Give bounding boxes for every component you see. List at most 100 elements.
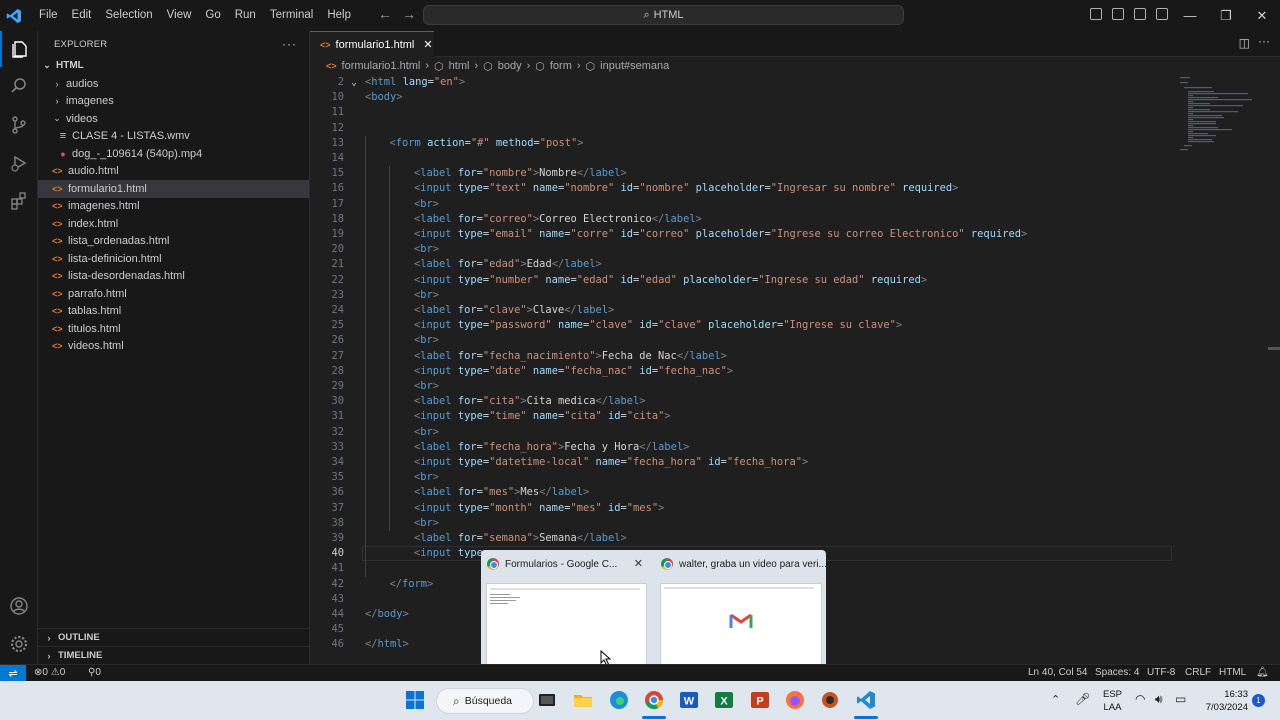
forward-arrow-icon[interactable]: → bbox=[402, 6, 416, 22]
menu-file[interactable]: File bbox=[32, 0, 65, 31]
taskbar-search[interactable]: ⌕ Búsqueda bbox=[436, 688, 534, 714]
word-icon[interactable]: W bbox=[679, 690, 699, 710]
code-token: "edad" bbox=[482, 258, 521, 271]
settings-gear-icon[interactable] bbox=[0, 626, 38, 662]
file-tree-item[interactable]: ● dog_-_109614 (540p).mp4 bbox=[38, 145, 309, 163]
volume-icon[interactable]: 🔊︎ bbox=[1155, 692, 1163, 707]
maximize-button[interactable]: ❐ bbox=[1208, 0, 1244, 31]
line-number: 30 bbox=[331, 395, 344, 408]
battery-icon[interactable]: ▭ bbox=[1175, 692, 1186, 706]
close-tab-icon[interactable]: ✕ bbox=[423, 38, 432, 51]
command-center[interactable]: ⌕ HTML bbox=[423, 5, 904, 25]
toggle-sidebar-icon[interactable] bbox=[1090, 8, 1102, 20]
account-icon[interactable] bbox=[0, 588, 38, 624]
file-tree-item[interactable]: <> index.html bbox=[38, 215, 309, 233]
vscode-taskbar-icon[interactable] bbox=[856, 690, 876, 710]
menu-go[interactable]: Go bbox=[198, 0, 227, 31]
encoding[interactable]: UTF-8 bbox=[1147, 667, 1175, 678]
microphone-icon[interactable]: 🎤︎ bbox=[1075, 692, 1090, 706]
file-tree-item[interactable]: ⌄ videos bbox=[38, 110, 309, 128]
file-explorer-icon[interactable] bbox=[573, 690, 593, 710]
file-tree-label: lista-definicion.html bbox=[68, 252, 162, 265]
minimap[interactable] bbox=[1178, 75, 1268, 155]
ports-indicator[interactable]: ⚲0 bbox=[88, 667, 101, 678]
input-language-indicator[interactable]: ESP LAA bbox=[1103, 688, 1122, 714]
file-tree-item[interactable]: <> audio.html bbox=[38, 163, 309, 181]
workspace-root[interactable]: ⌄ HTML bbox=[38, 57, 309, 75]
outline-section[interactable]: › OUTLINE bbox=[38, 628, 309, 646]
html-file-icon: <> bbox=[52, 323, 63, 334]
cursor-position[interactable]: Ln 40, Col 54 bbox=[1028, 667, 1088, 678]
code-token: </ bbox=[389, 577, 403, 590]
files-icon[interactable] bbox=[0, 31, 38, 67]
file-tree-item[interactable]: <> imagenes.html bbox=[38, 198, 309, 216]
customize-layout-icon[interactable] bbox=[1156, 8, 1168, 20]
task-view-icon[interactable] bbox=[537, 690, 557, 710]
problems-indicator[interactable]: ⊗0 ⚠0 bbox=[34, 667, 65, 678]
indentation[interactable]: Spaces: 4 bbox=[1095, 667, 1139, 678]
line-number: 21 bbox=[331, 258, 344, 271]
chevron-up-icon[interactable]: ⌃ bbox=[1051, 693, 1060, 706]
clock[interactable]: 16:33 7/03/2024 bbox=[1196, 688, 1248, 714]
toggle-panel-icon[interactable] bbox=[1112, 8, 1124, 20]
split-editor-icon[interactable]: ◫ bbox=[1239, 36, 1250, 50]
search-icon[interactable] bbox=[0, 68, 38, 104]
code-token: "corre" bbox=[570, 228, 615, 240]
toggle-secondary-sidebar-icon[interactable] bbox=[1134, 8, 1146, 20]
menu-selection[interactable]: Selection bbox=[98, 0, 159, 31]
code-token: br bbox=[420, 380, 433, 392]
file-tree-item[interactable]: › imagenes bbox=[38, 93, 309, 111]
app-icon[interactable] bbox=[820, 690, 840, 710]
file-tree-item[interactable]: <> lista_ordenadas.html bbox=[38, 233, 309, 251]
file-tree-item[interactable]: <> lista-definicion.html bbox=[38, 250, 309, 268]
excel-icon[interactable]: X bbox=[714, 690, 734, 710]
chrome-browser-icon[interactable] bbox=[644, 690, 664, 710]
run-debug-icon[interactable] bbox=[0, 145, 38, 181]
menu-view[interactable]: View bbox=[160, 0, 199, 31]
preview-window-forms[interactable]: Formularios - Google C... ✕ bbox=[481, 550, 653, 671]
breadcrumb-body[interactable]: body bbox=[498, 60, 522, 72]
remote-indicator-icon[interactable]: ⇌ bbox=[0, 665, 26, 682]
file-tree-item[interactable]: › audios bbox=[38, 75, 309, 93]
file-tree-item[interactable]: <> formulario1.html bbox=[38, 180, 309, 198]
code-token: type bbox=[457, 410, 483, 423]
notifications-bell-icon[interactable]: 🔔︎ bbox=[1256, 667, 1269, 678]
language-mode[interactable]: HTML bbox=[1219, 667, 1246, 678]
file-tree-item[interactable]: <> videos.html bbox=[38, 338, 309, 356]
end-of-line[interactable]: CRLF bbox=[1185, 667, 1211, 678]
breadcrumb-file[interactable]: formulario1.html bbox=[342, 60, 421, 72]
timeline-section[interactable]: › TIMELINE bbox=[38, 646, 309, 664]
scrollbar-thumb[interactable] bbox=[1268, 347, 1280, 350]
firefox-icon[interactable] bbox=[785, 690, 805, 710]
tab-formulario1[interactable]: <> formulario1.html ✕ bbox=[310, 31, 434, 57]
menu-terminal[interactable]: Terminal bbox=[263, 0, 320, 31]
file-tree-item[interactable]: <> tablas.html bbox=[38, 303, 309, 321]
more-actions-icon[interactable]: ··· bbox=[282, 37, 297, 51]
source-control-icon[interactable] bbox=[0, 107, 38, 143]
code-token: html bbox=[377, 638, 403, 651]
menu-edit[interactable]: Edit bbox=[65, 0, 99, 31]
menu-run[interactable]: Run bbox=[228, 0, 263, 31]
file-tree-item[interactable]: <> parrafo.html bbox=[38, 285, 309, 303]
menu-help[interactable]: Help bbox=[320, 0, 358, 31]
powerpoint-icon[interactable]: P bbox=[750, 690, 770, 710]
line-number: 34 bbox=[331, 456, 344, 468]
preview-window-gmail[interactable]: walter, graba un video para veri... bbox=[655, 550, 827, 671]
file-tree-item[interactable]: <> titulos.html bbox=[38, 320, 309, 338]
extensions-icon[interactable] bbox=[0, 183, 38, 219]
file-tree-item[interactable]: <> lista-desordenadas.html bbox=[38, 268, 309, 286]
more-actions-icon[interactable]: ··· bbox=[1258, 34, 1270, 48]
close-preview-icon[interactable]: ✕ bbox=[634, 557, 643, 570]
back-arrow-icon[interactable]: ← bbox=[378, 6, 392, 22]
breadcrumb-input[interactable]: input#semana bbox=[600, 60, 669, 72]
fold-chevron-icon[interactable]: ⌄ bbox=[351, 75, 357, 90]
wifi-icon[interactable]: ◠ bbox=[1135, 692, 1145, 706]
close-button[interactable]: ✕ bbox=[1244, 0, 1280, 31]
notification-badge[interactable]: 1 bbox=[1252, 694, 1265, 707]
minimize-button[interactable]: — bbox=[1172, 0, 1208, 31]
edge-browser-icon[interactable] bbox=[609, 690, 629, 710]
breadcrumb-html[interactable]: html bbox=[449, 60, 470, 72]
breadcrumb-form[interactable]: form bbox=[550, 60, 572, 72]
file-tree-item[interactable]: ≡ CLASE 4 - LISTAS.wmv bbox=[38, 128, 309, 146]
windows-start-icon[interactable] bbox=[405, 690, 425, 710]
